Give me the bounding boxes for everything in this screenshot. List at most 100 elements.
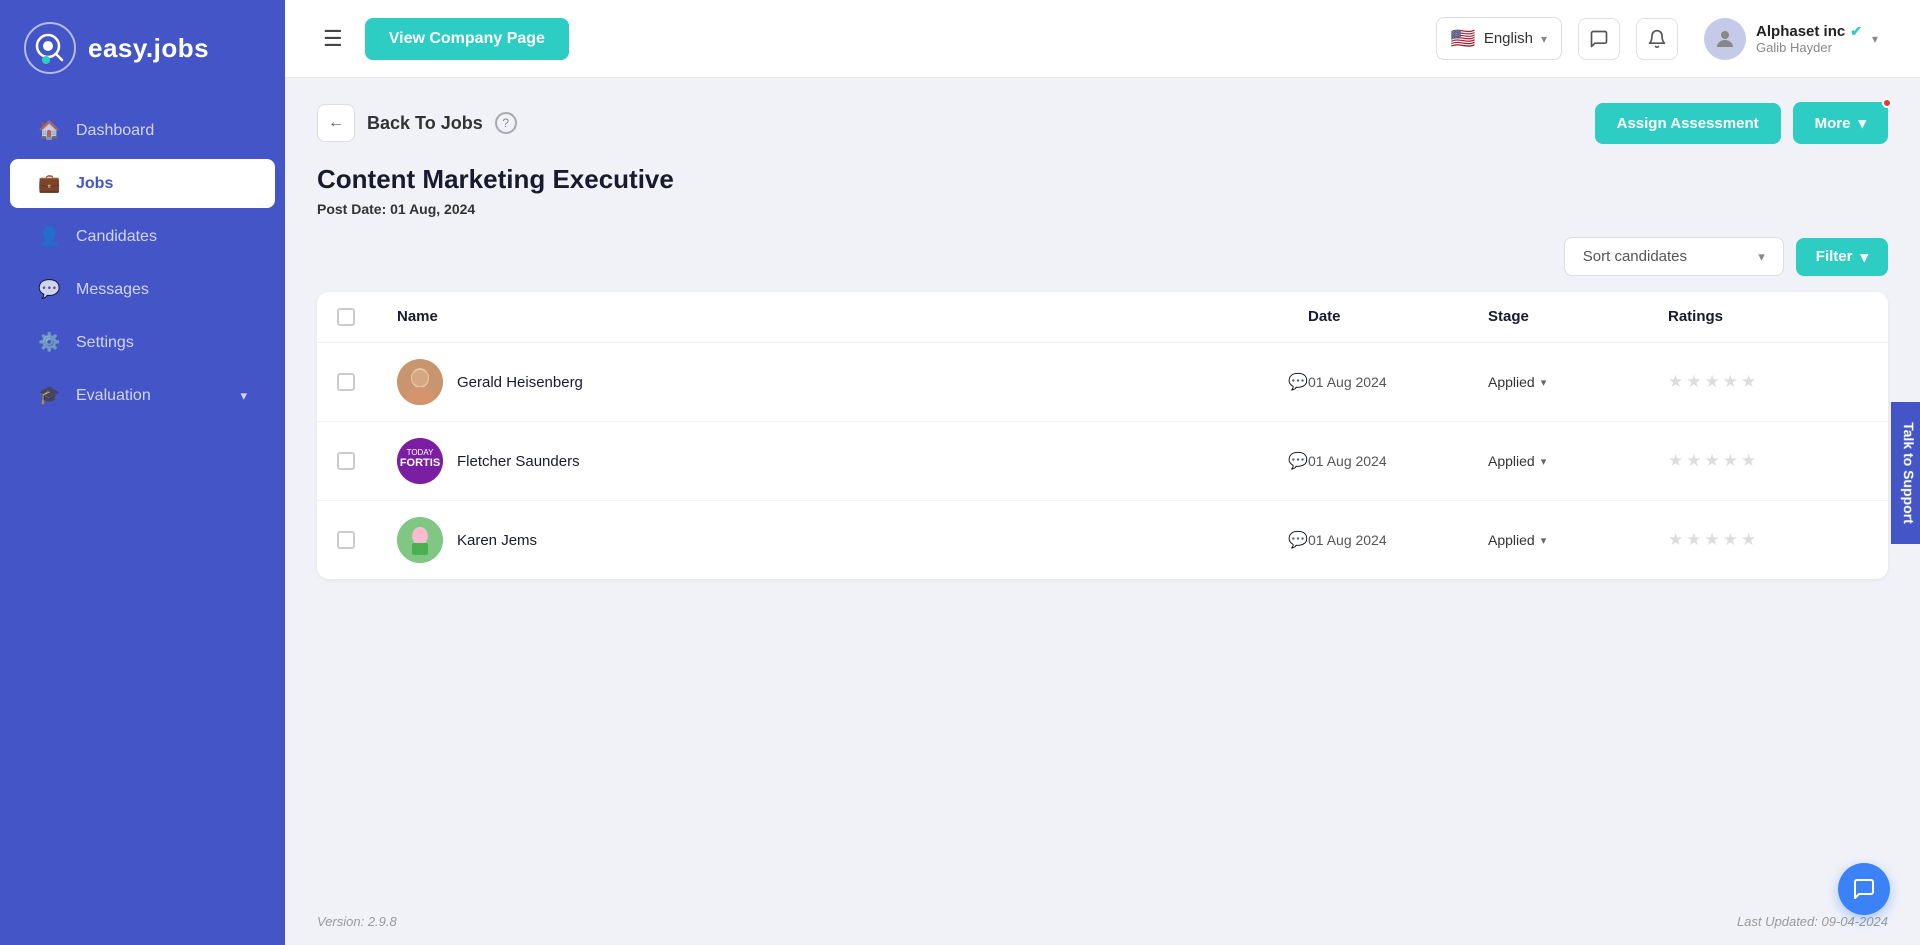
candidate-cell-2: FORTIS TODAY Fletcher Saunders 💬 bbox=[397, 438, 1308, 484]
briefcase-icon: 💼 bbox=[38, 173, 60, 194]
row1-checkbox[interactable] bbox=[337, 373, 355, 391]
verified-icon: ✔ bbox=[1850, 23, 1862, 40]
view-company-button[interactable]: View Company Page bbox=[365, 18, 569, 60]
table-row[interactable]: Karen Jems 💬 01 Aug 2024 Applied ▾ ★ ★ ★… bbox=[317, 501, 1888, 579]
messages-icon-btn[interactable] bbox=[1578, 18, 1620, 60]
chat-bubble-button[interactable] bbox=[1838, 863, 1890, 915]
more-button[interactable]: More ▾ bbox=[1793, 102, 1888, 144]
ratings-cell-1[interactable]: ★ ★ ★ ★ ★ bbox=[1668, 372, 1868, 392]
sidebar-item-settings[interactable]: ⚙️ Settings bbox=[10, 318, 275, 367]
sort-candidates-select[interactable]: Sort candidates ▾ bbox=[1564, 237, 1784, 276]
stage-chevron-icon-2: ▾ bbox=[1541, 455, 1547, 468]
chat-icon-3[interactable]: 💬 bbox=[1288, 530, 1308, 550]
sidebar-item-messages[interactable]: 💬 Messages bbox=[10, 265, 275, 314]
stage-chevron-icon-1: ▾ bbox=[1541, 376, 1547, 389]
stage-chevron-icon-3: ▾ bbox=[1541, 534, 1547, 547]
candidate-name-3: Karen Jems bbox=[457, 532, 537, 549]
talk-to-support-tab[interactable]: Talk to Support bbox=[1891, 402, 1920, 544]
star-3-3[interactable]: ★ bbox=[1705, 530, 1720, 550]
date-cell-1: 01 Aug 2024 bbox=[1308, 374, 1488, 390]
star-1-1[interactable]: ★ bbox=[1668, 372, 1683, 392]
stage-cell-1[interactable]: Applied ▾ bbox=[1488, 374, 1668, 390]
date-cell-2: 01 Aug 2024 bbox=[1308, 453, 1488, 469]
job-title: Content Marketing Executive Post Date: 0… bbox=[317, 164, 1888, 217]
assign-assessment-button[interactable]: Assign Assessment bbox=[1595, 103, 1781, 144]
avatar-karen bbox=[397, 517, 443, 563]
stage-cell-3[interactable]: Applied ▾ bbox=[1488, 532, 1668, 548]
sidebar-label-dashboard: Dashboard bbox=[76, 122, 154, 140]
back-button[interactable]: ← bbox=[317, 104, 355, 142]
sidebar-item-jobs[interactable]: 💼 Jobs bbox=[10, 159, 275, 208]
chevron-down-icon: ▾ bbox=[240, 388, 247, 404]
sort-label: Sort candidates bbox=[1583, 248, 1687, 265]
row3-checkbox-cell bbox=[337, 531, 397, 549]
language-label: English bbox=[1484, 30, 1533, 47]
back-left: ← Back To Jobs ? bbox=[317, 104, 517, 142]
select-all-checkbox[interactable] bbox=[337, 308, 355, 326]
sidebar-item-candidates[interactable]: 👤 Candidates bbox=[10, 212, 275, 261]
th-stage: Stage bbox=[1488, 308, 1668, 326]
version-text: Version: 2.9.8 bbox=[317, 914, 397, 929]
user-area[interactable]: Alphaset inc ✔ Galib Hayder ▾ bbox=[1694, 12, 1888, 66]
ratings-cell-2[interactable]: ★ ★ ★ ★ ★ bbox=[1668, 451, 1868, 471]
svg-text:FORTIS: FORTIS bbox=[400, 457, 440, 469]
company-name: Alphaset inc ✔ bbox=[1756, 23, 1862, 40]
select-all-checkbox-cell bbox=[337, 308, 397, 326]
user-chevron-icon: ▾ bbox=[1872, 32, 1878, 46]
logo-icon bbox=[24, 22, 76, 74]
logo-text: easy.jobs bbox=[88, 33, 209, 64]
stage-cell-2[interactable]: Applied ▾ bbox=[1488, 453, 1668, 469]
star-1-3[interactable]: ★ bbox=[1705, 372, 1720, 392]
ratings-cell-3[interactable]: ★ ★ ★ ★ ★ bbox=[1668, 530, 1868, 550]
filter-bar: Sort candidates ▾ Filter ▾ bbox=[317, 237, 1888, 276]
avatar bbox=[1704, 18, 1746, 60]
svg-text:TODAY: TODAY bbox=[407, 448, 434, 457]
star-2-4[interactable]: ★ bbox=[1723, 451, 1738, 471]
hamburger-button[interactable]: ☰ bbox=[317, 20, 349, 58]
star-2-2[interactable]: ★ bbox=[1686, 451, 1701, 471]
gear-icon: ⚙️ bbox=[38, 332, 60, 353]
sidebar-label-candidates: Candidates bbox=[76, 228, 157, 246]
avatar-fletcher: FORTIS TODAY bbox=[397, 438, 443, 484]
star-1-4[interactable]: ★ bbox=[1723, 372, 1738, 392]
sidebar-label-messages: Messages bbox=[76, 281, 149, 299]
star-3-2[interactable]: ★ bbox=[1686, 530, 1701, 550]
th-name: Name bbox=[397, 308, 1308, 326]
avatar-gerald bbox=[397, 359, 443, 405]
chat-icon-2[interactable]: 💬 bbox=[1288, 451, 1308, 471]
star-3-5[interactable]: ★ bbox=[1741, 530, 1756, 550]
sidebar-label-settings: Settings bbox=[76, 334, 134, 352]
star-1-2[interactable]: ★ bbox=[1686, 372, 1701, 392]
star-1-5[interactable]: ★ bbox=[1741, 372, 1756, 392]
home-icon: 🏠 bbox=[38, 120, 60, 141]
row2-checkbox[interactable] bbox=[337, 452, 355, 470]
table-header: Name Date Stage Ratings bbox=[317, 292, 1888, 343]
filter-button[interactable]: Filter ▾ bbox=[1796, 238, 1888, 276]
star-3-1[interactable]: ★ bbox=[1668, 530, 1683, 550]
star-2-1[interactable]: ★ bbox=[1668, 451, 1683, 471]
star-2-5[interactable]: ★ bbox=[1741, 451, 1756, 471]
table-row[interactable]: Gerald Heisenberg 💬 01 Aug 2024 Applied … bbox=[317, 343, 1888, 422]
graduation-icon: 🎓 bbox=[38, 385, 60, 406]
chat-nav-icon: 💬 bbox=[38, 279, 60, 300]
user-role: Galib Hayder bbox=[1756, 40, 1862, 55]
th-date: Date bbox=[1308, 308, 1488, 326]
lang-chevron-icon: ▾ bbox=[1541, 32, 1547, 46]
sidebar-item-dashboard[interactable]: 🏠 Dashboard bbox=[10, 106, 275, 155]
person-icon: 👤 bbox=[38, 226, 60, 247]
chat-icon-1[interactable]: 💬 bbox=[1288, 372, 1308, 392]
help-icon[interactable]: ? bbox=[495, 112, 517, 134]
candidate-name-2: Fletcher Saunders bbox=[457, 453, 580, 470]
flag-icon: 🇺🇸 bbox=[1451, 26, 1476, 51]
star-3-4[interactable]: ★ bbox=[1723, 530, 1738, 550]
sidebar: easy.jobs 🏠 Dashboard 💼 Jobs 👤 Candidate… bbox=[0, 0, 285, 945]
notifications-icon-btn[interactable] bbox=[1636, 18, 1678, 60]
row3-checkbox[interactable] bbox=[337, 531, 355, 549]
language-selector[interactable]: 🇺🇸 English ▾ bbox=[1436, 17, 1562, 60]
sidebar-item-evaluation[interactable]: 🎓 Evaluation ▾ bbox=[10, 371, 275, 420]
star-2-3[interactable]: ★ bbox=[1705, 451, 1720, 471]
table-row[interactable]: FORTIS TODAY Fletcher Saunders 💬 01 Aug … bbox=[317, 422, 1888, 501]
candidate-cell-3: Karen Jems 💬 bbox=[397, 517, 1308, 563]
candidates-table: Name Date Stage Ratings bbox=[317, 292, 1888, 579]
job-title-text: Content Marketing Executive bbox=[317, 164, 1888, 195]
